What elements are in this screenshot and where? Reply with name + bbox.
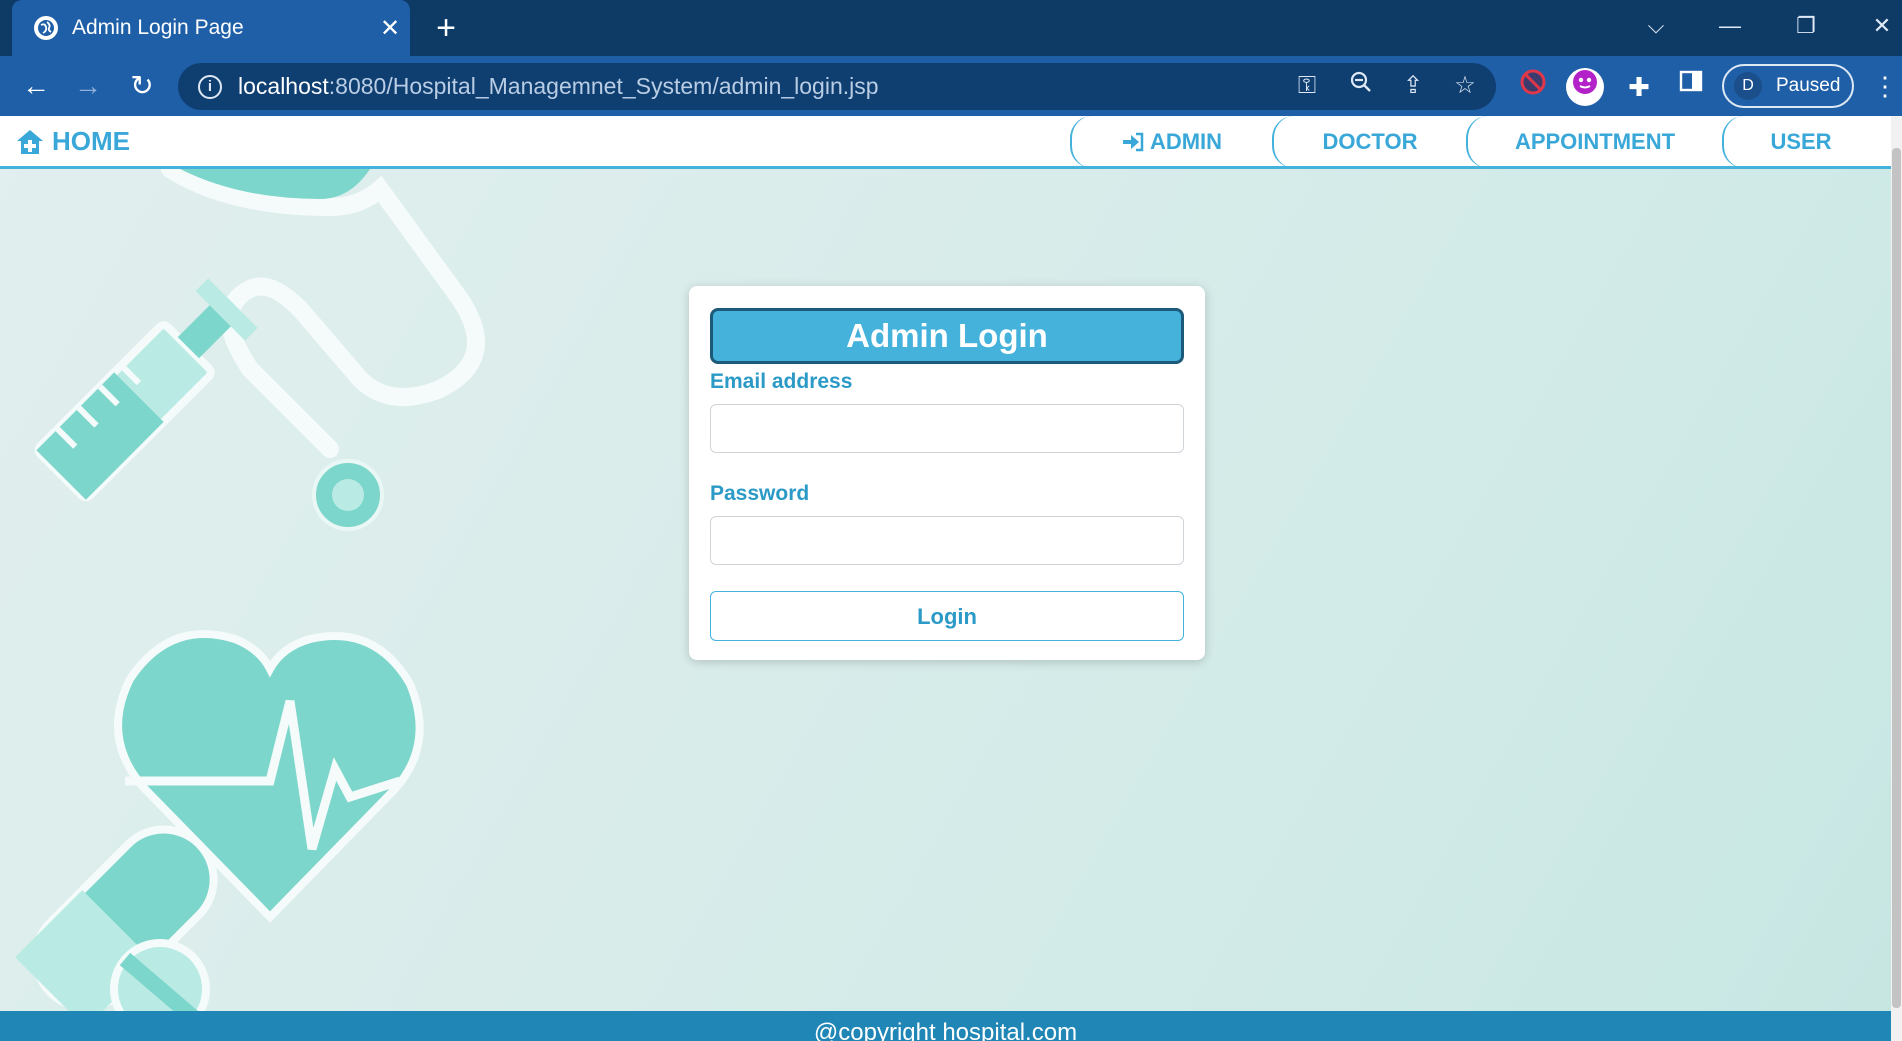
address-bar[interactable]: i localhost:8080/Hospital_Managemnet_Sys… — [178, 63, 1496, 110]
nav-doctor[interactable]: DOCTOR — [1272, 116, 1466, 168]
puzzle-icon[interactable]: ✚ — [1620, 68, 1658, 106]
close-window-icon[interactable]: ✕ — [1852, 6, 1902, 46]
home-link[interactable]: HOME — [16, 126, 130, 157]
top-navbar: HOME ADMIN DOCTOR APPOINTMENT USER — [0, 116, 1891, 169]
scrollbar-thumb[interactable] — [1892, 148, 1901, 1008]
footer-copyright: @copyright hospital.com — [813, 1019, 1078, 1041]
site-info-icon[interactable]: i — [198, 74, 222, 99]
key-icon[interactable]: ⚿ — [1288, 67, 1326, 105]
side-panel-icon[interactable] — [1672, 68, 1710, 106]
medical-decoration-image — [15, 169, 485, 1011]
bookmark-star-icon[interactable]: ☆ — [1446, 67, 1484, 105]
close-tab-icon[interactable]: ✕ — [370, 14, 410, 43]
zoom-icon[interactable] — [1342, 67, 1380, 105]
reload-icon[interactable]: ↻ — [122, 66, 162, 106]
restore-icon[interactable]: ❐ — [1776, 6, 1836, 46]
browser-tab-active[interactable]: Admin Login Page ✕ — [12, 0, 410, 56]
forward-icon[interactable]: → — [68, 66, 108, 106]
extension-avatar-icon[interactable] — [1566, 68, 1604, 106]
nav-doctor-label: DOCTOR — [1322, 129, 1418, 154]
minimize-icon[interactable]: — — [1700, 6, 1760, 46]
password-label: Password — [710, 482, 810, 505]
home-label: HOME — [52, 126, 130, 156]
login-title: Admin Login — [710, 308, 1184, 364]
back-icon[interactable]: ← — [16, 66, 56, 106]
browser-toolbar: ← → ↻ i localhost:8080/Hospital_Managemn… — [0, 56, 1902, 116]
blocked-extension-icon[interactable] — [1514, 68, 1552, 106]
browser-menu-icon[interactable]: ⋮ — [1872, 68, 1898, 104]
new-tab-button[interactable]: + — [428, 8, 464, 48]
browser-tab-strip: Admin Login Page ✕ + ⌵ — ❐ ✕ — [0, 0, 1902, 56]
nav-appointment-label: APPOINTMENT — [1514, 129, 1676, 154]
url-path: :8080/Hospital_Managemnet_System/admin_l… — [328, 73, 879, 99]
email-label: Email address — [710, 370, 853, 393]
nav-admin[interactable]: ADMIN — [1070, 116, 1272, 168]
tab-search-icon[interactable]: ⌵ — [1626, 6, 1686, 46]
nav-user[interactable]: USER — [1722, 116, 1878, 168]
sign-in-icon — [1122, 132, 1144, 152]
profile-status: Paused — [1776, 75, 1841, 96]
login-button[interactable]: Login — [710, 591, 1184, 641]
avatar: D — [1734, 72, 1762, 100]
password-field[interactable] — [710, 516, 1184, 565]
nav-user-label: USER — [1770, 129, 1832, 154]
share-icon[interactable]: ⇪ — [1394, 67, 1432, 105]
tab-title: Admin Login Page — [72, 16, 244, 39]
globe-icon — [34, 16, 58, 40]
page-viewport: HOME ADMIN DOCTOR APPOINTMENT USER Admin… — [0, 116, 1902, 1041]
nav-appointment[interactable]: APPOINTMENT — [1466, 116, 1722, 168]
url-host: localhost — [238, 73, 329, 99]
login-card: Admin Login Email address Password Login — [689, 286, 1205, 660]
page-footer: @copyright hospital.com — [0, 1011, 1891, 1041]
nav-admin-label: ADMIN — [1149, 129, 1223, 154]
email-field[interactable] — [710, 404, 1184, 453]
page-scrollbar[interactable] — [1891, 116, 1902, 1041]
profile-button[interactable]: D Paused — [1722, 64, 1854, 108]
home-icon — [17, 129, 43, 154]
url-text[interactable]: localhost:8080/Hospital_Managemnet_Syste… — [238, 73, 879, 100]
